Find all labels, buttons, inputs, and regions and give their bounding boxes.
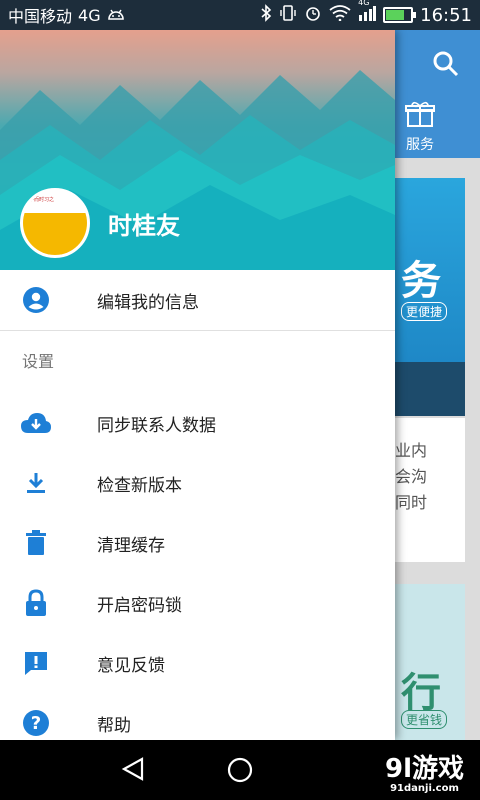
menu-item-label: 同步联系人数据 [97, 415, 216, 436]
card-footer [395, 362, 465, 416]
bluetooth-icon [260, 4, 272, 26]
menu-item-label: 检查新版本 [97, 475, 182, 496]
text-card[interactable]: 业内 会沟 同时 [395, 418, 465, 562]
carrier-label: 中国移动 [8, 7, 73, 26]
home-icon[interactable] [226, 756, 254, 788]
menu-item-label: 编辑我的信息 [97, 292, 199, 313]
svg-text:?: ? [31, 713, 41, 734]
cellular-signal-icon: 4G [358, 0, 377, 25]
gift-icon [405, 101, 435, 132]
help-icon: ? [20, 707, 52, 739]
vibrate-icon [279, 4, 297, 26]
menu-item-edit-profile[interactable]: 编辑我的信息 [0, 270, 395, 330]
menu-item-check-update[interactable]: 检查新版本 [0, 453, 395, 513]
menu-item-help[interactable]: ? 帮助 [0, 693, 395, 740]
menu-item-feedback[interactable]: 意见反馈 [0, 633, 395, 693]
search-icon[interactable] [430, 48, 466, 84]
system-nav-bar: 9l游戏 91danji.com [0, 740, 480, 800]
card-text-line: 会沟 [395, 467, 428, 486]
navigation-drawer: 学而时习之 时桂友 编辑我的信息 设置 同步联系人数据 检查新版本 清理缓存 开… [0, 30, 395, 740]
tab-service[interactable]: 服务 [400, 100, 440, 154]
card-headline: 务 [401, 258, 441, 304]
drawer-header: 学而时习之 时桂友 [0, 30, 395, 270]
avatar-scribble: 学而时习之 [29, 197, 55, 203]
network-type-small: 4G [358, 0, 370, 7]
battery-icon [383, 7, 417, 23]
status-bar: 中国移动 4G 4G 16:51 [0, 0, 480, 30]
card-text: 业内 会沟 同时 [395, 438, 427, 516]
menu-item-label: 清理缓存 [97, 535, 165, 556]
feedback-icon [20, 647, 52, 679]
download-icon [20, 467, 52, 499]
user-name: 时桂友 [108, 212, 180, 240]
promo-card-travel[interactable]: 行 更省钱 [395, 584, 465, 740]
wifi-icon [329, 5, 351, 25]
avatar[interactable]: 学而时习之 [20, 188, 90, 258]
lock-icon [20, 587, 52, 619]
android-debug-icon [107, 6, 125, 25]
menu-item-label: 开启密码锁 [97, 595, 182, 616]
back-icon[interactable] [120, 756, 146, 786]
clock: 16:51 [420, 4, 472, 26]
network-type: 4G [78, 5, 101, 25]
alarm-icon [304, 4, 322, 26]
card-text-line: 业内 [395, 441, 428, 460]
account-circle-icon [20, 284, 52, 316]
cloud-download-icon [20, 407, 52, 439]
menu-item-sync-contacts[interactable]: 同步联系人数据 [0, 393, 395, 453]
card-text-line: 同时 [395, 493, 428, 512]
watermark-url: 91danji.com [390, 783, 459, 794]
menu-item-label: 帮助 [97, 715, 131, 736]
trash-icon [20, 527, 52, 559]
tab-service-label: 服务 [406, 137, 434, 153]
menu-item-clear-cache[interactable]: 清理缓存 [0, 513, 395, 573]
menu-item-label: 意见反馈 [97, 655, 165, 676]
promo-card-service[interactable]: 务 更便捷 [395, 178, 465, 416]
card-subtitle: 更便捷 [401, 302, 448, 321]
watermark-brand: 9l游戏 [384, 754, 464, 784]
menu-item-password-lock[interactable]: 开启密码锁 [0, 573, 395, 633]
card-subtitle: 更省钱 [401, 710, 448, 729]
section-header-settings: 设置 [22, 352, 55, 371]
watermark-logo: 9l游戏 91danji.com [385, 748, 464, 794]
